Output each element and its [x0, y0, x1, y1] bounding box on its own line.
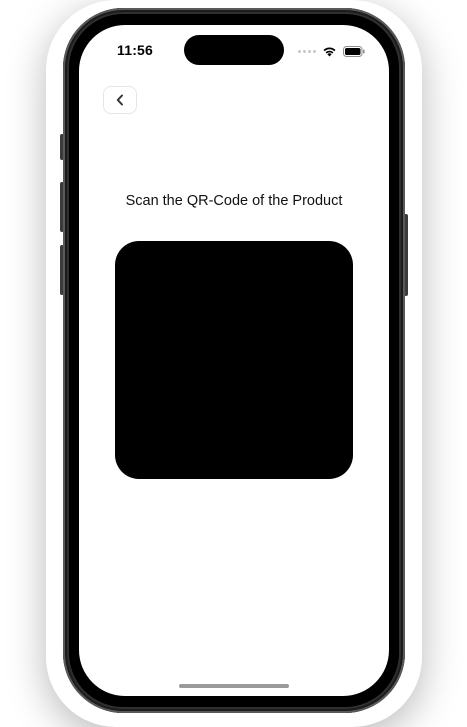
phone-frame: 11:56 Scan the QR-Code of the Product — [63, 8, 405, 713]
chevron-left-icon — [116, 94, 123, 106]
wifi-icon — [323, 47, 336, 56]
battery-icon — [343, 45, 365, 57]
phone-bezel: 11:56 Scan the QR-Code of the Product — [69, 14, 399, 707]
status-icons — [298, 45, 365, 57]
page-title: Scan the QR-Code of the Product — [125, 193, 343, 209]
home-indicator[interactable] — [179, 684, 289, 688]
dynamic-island — [184, 35, 284, 65]
cellular-signal-dots-icon — [298, 49, 316, 53]
phone-screen: 11:56 Scan the QR-Code of the Product — [79, 25, 389, 696]
back-button[interactable] — [103, 86, 137, 114]
qr-scanner-camera-view[interactable] — [115, 241, 353, 479]
status-time: 11:56 — [117, 42, 154, 58]
